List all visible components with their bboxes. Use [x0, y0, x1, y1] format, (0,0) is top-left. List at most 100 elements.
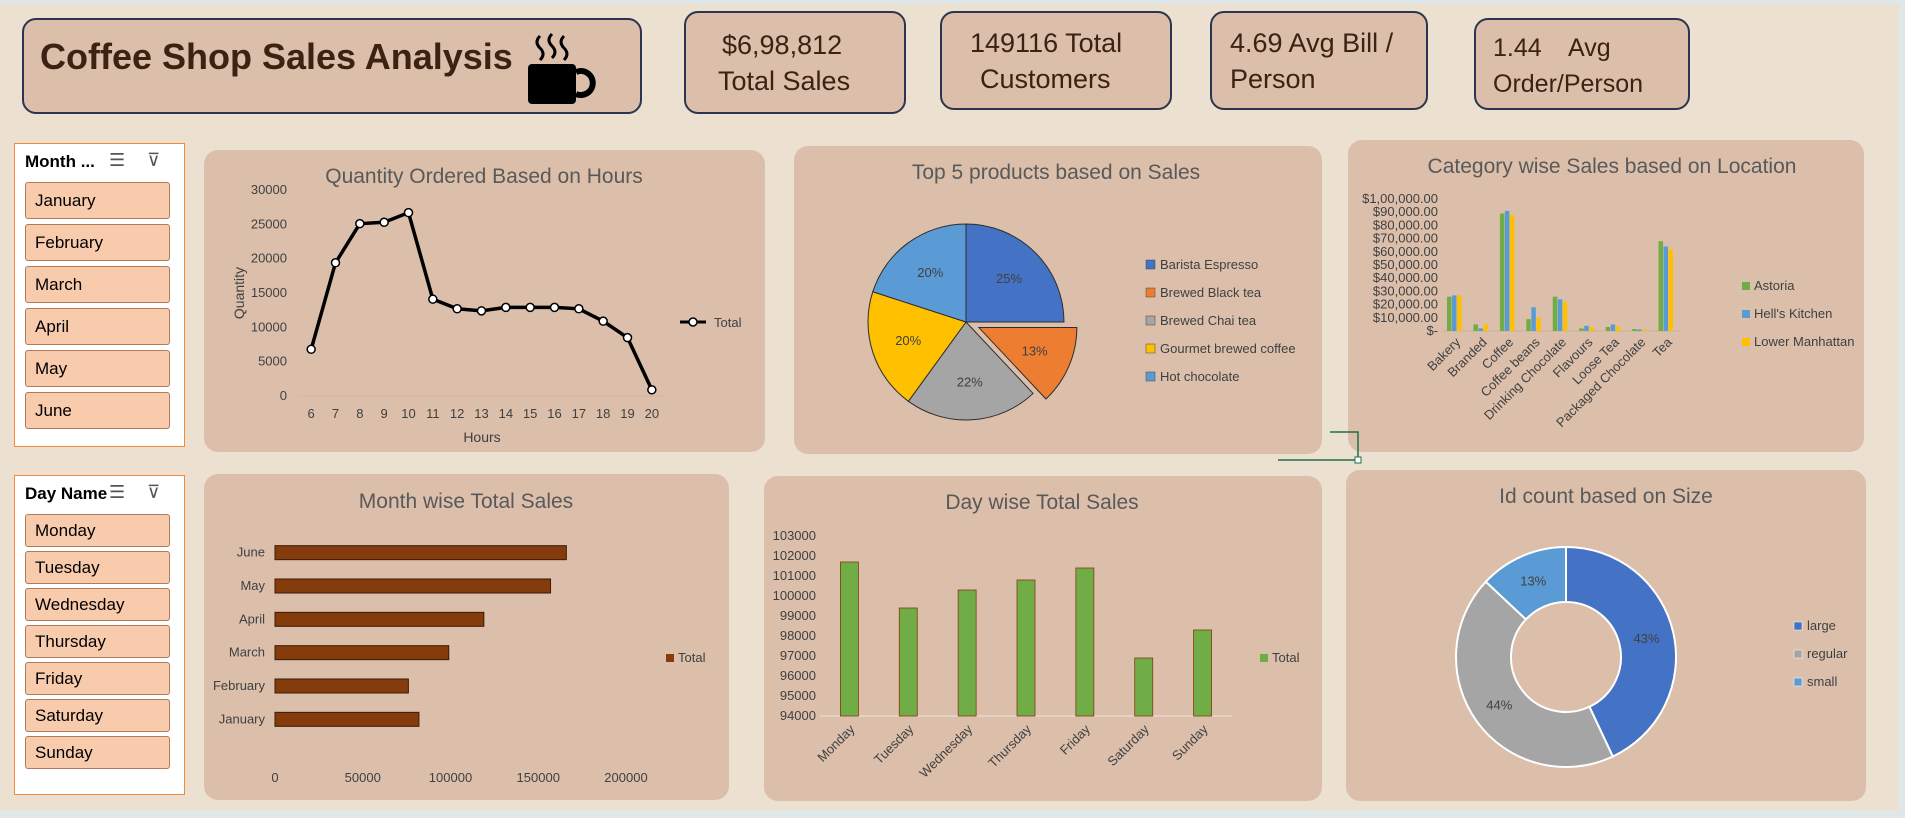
slicer-item-monday[interactable]: Monday: [25, 514, 170, 547]
chart-month-panel: Month wise Total Sales January February Mar…: [204, 474, 729, 800]
y-tick-label: $-: [1426, 323, 1438, 338]
clear-filter-icon[interactable]: ⊽: [147, 482, 160, 503]
y-tick-label: $10,000.00: [1373, 310, 1438, 325]
slicer-item-march[interactable]: March: [25, 266, 170, 303]
data-point: [647, 385, 657, 395]
bar: [274, 611, 485, 627]
x-tick-label: 14: [499, 406, 513, 421]
chart-hours-panel: Quantity Ordered Based on Hours 0 5000 1000…: [204, 150, 765, 452]
bar: [957, 589, 977, 717]
y-tick-label: 20000: [251, 251, 287, 266]
slicer-item-june[interactable]: June: [25, 392, 170, 429]
legend-label: regular: [1807, 646, 1848, 661]
x-tick-label: Thursday: [985, 721, 1034, 770]
data-point: [598, 316, 608, 326]
slicer-item-may[interactable]: May: [25, 350, 170, 387]
bar: [1457, 295, 1462, 331]
x-tick-label: 7: [332, 406, 339, 421]
chart-title: Category wise Sales based on Location: [1428, 155, 1797, 178]
kpi-total-sales: $6,98,812 Total Sales: [684, 11, 906, 114]
bar: [1668, 249, 1674, 331]
bar: [1499, 213, 1505, 331]
data-point: [622, 332, 633, 343]
slicer-item-february[interactable]: February: [25, 224, 170, 261]
bar: [1584, 325, 1589, 331]
y-tick-label: $30,000.00: [1373, 283, 1438, 298]
legend-label: Total: [678, 650, 706, 665]
chart-day: Day wise Total Sales 94000 95000 96000 97000…: [773, 491, 1300, 781]
bar: [1478, 328, 1483, 331]
bar: [1536, 317, 1541, 331]
slicer-item-april[interactable]: April: [25, 308, 170, 345]
multi-select-icon[interactable]: ☰: [109, 482, 125, 503]
x-tick-label: 8: [356, 406, 363, 421]
bar: [1562, 301, 1568, 331]
data-point: [525, 302, 535, 313]
data-label: 20%: [895, 333, 921, 348]
y-tick-label: $80,000.00: [1373, 217, 1438, 232]
bar: [1483, 324, 1488, 331]
x-tick-label: 17: [572, 406, 586, 421]
page-title: Coffee Shop Sales Analysis: [40, 36, 513, 77]
y-tick-label: May: [240, 578, 265, 593]
data-label: 13%: [1520, 573, 1546, 588]
legend-label: Hell's Kitchen: [1754, 306, 1832, 321]
bar: [1193, 629, 1212, 717]
data-point: [355, 218, 365, 229]
legend-swatch: [1742, 282, 1750, 290]
kpi-value: $6,98,812: [722, 30, 843, 60]
bar: [274, 578, 552, 594]
slicer-item-sunday[interactable]: Sunday: [25, 736, 170, 769]
legend-marker-total: [688, 317, 698, 327]
bar: [274, 545, 567, 561]
kpi-avg-order: 1.44 Avg Order/Person: [1474, 18, 1690, 110]
x-tick-label: Monday: [814, 721, 858, 765]
slicer-item-saturday[interactable]: Saturday: [25, 699, 170, 732]
x-tick-label: 11: [426, 406, 440, 421]
bar: [1134, 657, 1154, 717]
y-tick-label: $20,000.00: [1373, 297, 1438, 312]
x-tick-label: Wednesday: [916, 721, 975, 780]
x-tick-label: 20: [645, 406, 659, 421]
multi-select-icon[interactable]: ☰: [109, 150, 125, 171]
bar: [898, 607, 918, 717]
day-slicer: Day Name ☰ ⊽ Monday Tuesday Wednesday Th…: [14, 475, 185, 795]
data-label: 44%: [1486, 697, 1512, 712]
bar: [1632, 329, 1637, 331]
y-tick-label: 96000: [780, 668, 816, 683]
x-tick-label: 150000: [517, 770, 560, 785]
kpi-avg-bill: 4.69 Avg Bill / Person: [1210, 11, 1428, 110]
chart-title: Month wise Total Sales: [359, 490, 573, 513]
x-tick-label: 10: [401, 406, 415, 421]
slicer-item-january[interactable]: January: [25, 182, 170, 219]
x-tick-label: Saturday: [1104, 721, 1152, 769]
month-slicer: Month ... ☰ ⊽ January February March Apr…: [14, 143, 185, 447]
y-tick-label: $1,00,000.00: [1362, 191, 1438, 206]
legend-swatch: [1145, 315, 1156, 326]
bar: [1552, 296, 1558, 331]
clear-filter-icon[interactable]: ⊽: [147, 150, 160, 171]
kpi-label: Person: [1230, 64, 1316, 94]
legend-swatch: [1145, 259, 1156, 270]
slicer-item-tuesday[interactable]: Tuesday: [25, 551, 170, 584]
x-tick-label: 12: [450, 406, 464, 421]
chart-title: Quantity Ordered Based on Hours: [325, 165, 643, 188]
y-tick-label: 102000: [773, 548, 816, 563]
slicer-item-friday[interactable]: Friday: [25, 662, 170, 695]
data-point: [379, 217, 389, 228]
slicer-item-wednesday[interactable]: Wednesday: [25, 588, 170, 621]
legend-label: large: [1807, 618, 1836, 633]
y-tick-label: $60,000.00: [1373, 244, 1438, 259]
x-tick-label: 6: [308, 406, 315, 421]
slicer-item-thursday[interactable]: Thursday: [25, 625, 170, 658]
x-tick-label: 0: [271, 770, 278, 785]
bar: [1637, 329, 1642, 331]
y-tick-label: 5000: [258, 354, 287, 369]
data-label: 22%: [957, 375, 983, 390]
chart-size-panel: Id count based on Size 43% 44% 13% large regu…: [1346, 470, 1866, 801]
chart-title: Top 5 products based on Sales: [912, 161, 1200, 184]
y-tick-label: March: [229, 645, 265, 660]
y-tick-label: January: [219, 711, 266, 726]
chart-products: Top 5 products based on Sales 25% 13% 22% 20…: [867, 161, 1296, 421]
coffee-cup-icon: [528, 32, 596, 104]
